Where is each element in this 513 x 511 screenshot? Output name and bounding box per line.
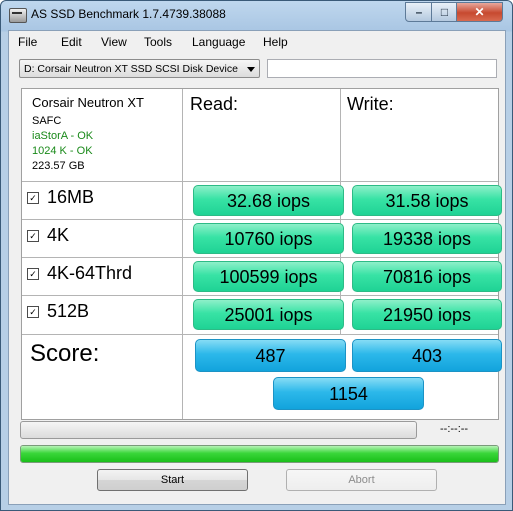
- chevron-down-icon: [247, 67, 255, 72]
- test-label: 512B: [47, 301, 90, 321]
- path-field[interactable]: [267, 59, 497, 78]
- result-512b-read: 25001 iops: [193, 299, 344, 330]
- drive-firmware: SAFC: [32, 115, 62, 127]
- read-header: Read:: [190, 94, 239, 114]
- test-label: 4K: [47, 225, 70, 245]
- menu-view[interactable]: View: [101, 35, 127, 49]
- test-row-4k-64thrd[interactable]: ✓ 4K-64Thrd: [27, 263, 132, 284]
- menu-bar: File Edit View Tools Language Help: [9, 31, 505, 53]
- start-button[interactable]: Start: [97, 469, 248, 491]
- result-16mb-write: 31.58 iops: [352, 185, 502, 216]
- grid-divider: [182, 89, 183, 419]
- grid-divider: [22, 295, 498, 296]
- menu-language[interactable]: Language: [192, 35, 245, 49]
- abort-button[interactable]: Abort: [286, 469, 437, 491]
- test-label: 4K-64Thrd: [47, 263, 133, 283]
- maximize-button[interactable]: □: [431, 2, 458, 22]
- score-write: 403: [352, 339, 502, 372]
- checkbox-4k[interactable]: ✓: [27, 229, 39, 242]
- result-4k-read: 10760 iops: [193, 223, 344, 254]
- client-area: File Edit View Tools Language Help D: Co…: [8, 30, 506, 505]
- overall-progress-bar: [20, 445, 499, 463]
- menu-file[interactable]: File: [18, 35, 37, 49]
- menu-tools[interactable]: Tools: [144, 35, 172, 49]
- driver-status: iaStorA - OK: [32, 130, 94, 142]
- elapsed-time: --:--:--: [440, 423, 469, 435]
- result-4k-64thrd-write: 70816 iops: [352, 261, 502, 292]
- test-row-4k[interactable]: ✓ 4K: [27, 225, 69, 246]
- score-label: Score:: [30, 340, 100, 367]
- grid-divider: [22, 257, 498, 258]
- grid-divider: [22, 219, 498, 220]
- window-title: AS SSD Benchmark 1.7.4739.38088: [31, 7, 226, 21]
- result-4k-write: 19338 iops: [352, 223, 502, 254]
- score-total: 1154: [273, 377, 424, 410]
- result-4k-64thrd-read: 100599 iops: [193, 261, 344, 292]
- test-row-512b[interactable]: ✓ 512B: [27, 301, 89, 322]
- drive-name: Corsair Neutron XT: [32, 95, 144, 110]
- grid-divider: [22, 334, 498, 335]
- menu-help[interactable]: Help: [263, 35, 288, 49]
- menu-edit[interactable]: Edit: [61, 35, 82, 49]
- drive-dropdown-value: D: Corsair Neutron XT SSD SCSI Disk Devi…: [24, 63, 238, 75]
- test-label: 16MB: [47, 187, 95, 207]
- drive-dropdown[interactable]: D: Corsair Neutron XT SSD SCSI Disk Devi…: [19, 59, 260, 78]
- score-read: 487: [195, 339, 346, 372]
- results-grid: Corsair Neutron XT SAFC iaStorA - OK 102…: [21, 88, 502, 420]
- alignment-status: 1024 K - OK: [32, 145, 93, 157]
- test-progress-bar: [20, 421, 417, 439]
- title-bar[interactable]: AS SSD Benchmark 1.7.4739.38088 – □ ✕: [1, 1, 512, 29]
- write-header: Write:: [347, 94, 394, 114]
- grid-divider: [22, 181, 498, 182]
- app-window: AS SSD Benchmark 1.7.4739.38088 – □ ✕ Fi…: [0, 0, 513, 511]
- result-16mb-read: 32.68 iops: [193, 185, 344, 216]
- test-row-16mb[interactable]: ✓ 16MB: [27, 187, 94, 208]
- drive-app-icon: [9, 8, 27, 23]
- overall-progress-fill: [21, 446, 498, 462]
- close-button[interactable]: ✕: [456, 2, 503, 22]
- checkbox-4k-64thrd[interactable]: ✓: [27, 267, 39, 280]
- checkbox-512b[interactable]: ✓: [27, 305, 39, 318]
- checkbox-16mb[interactable]: ✓: [27, 191, 39, 204]
- drive-size: 223.57 GB: [32, 160, 85, 172]
- result-512b-write: 21950 iops: [352, 299, 502, 330]
- minimize-button[interactable]: –: [405, 2, 433, 22]
